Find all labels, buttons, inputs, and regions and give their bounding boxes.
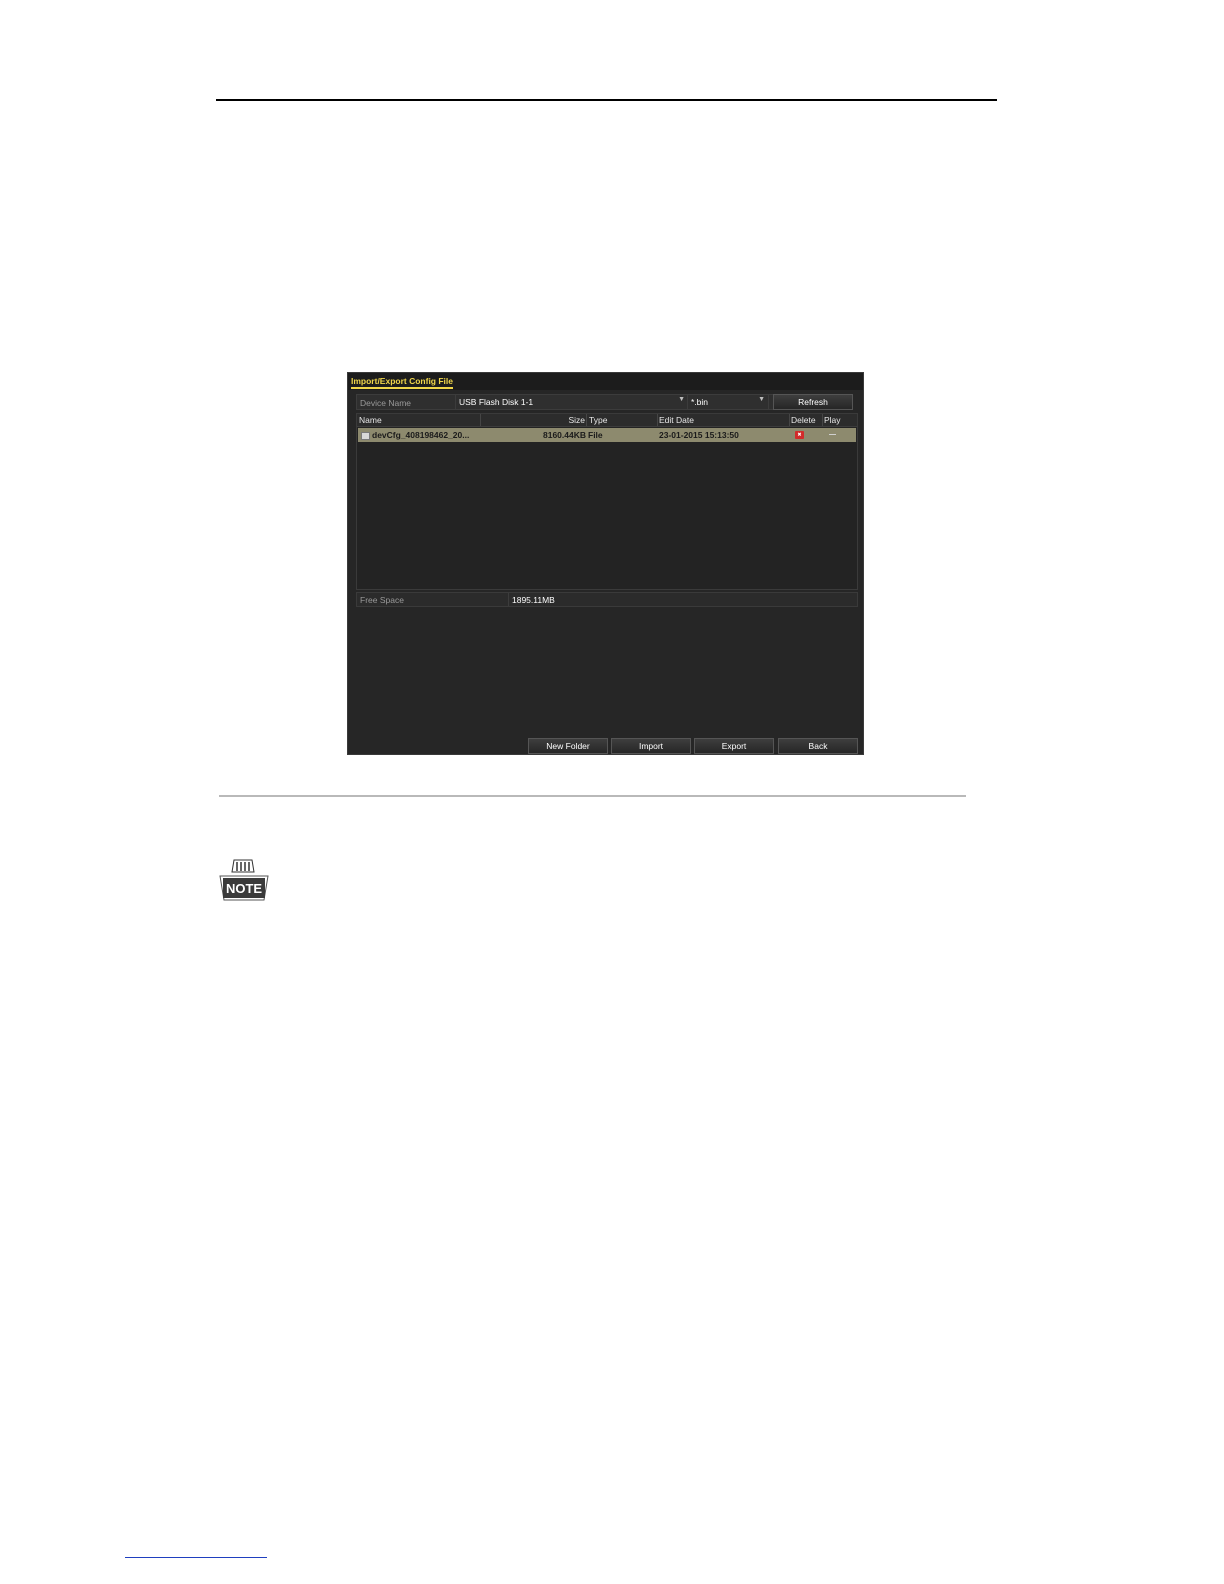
section-rule [219,795,966,797]
export-button[interactable]: Export [694,738,774,754]
file-icon [361,432,370,440]
free-space-label: Free Space [360,595,404,605]
file-edit-date: 23-01-2015 15:13:50 [659,430,739,440]
column-header-play[interactable]: Play [824,415,841,426]
note-icon-label: NOTE [226,881,262,896]
column-divider [657,414,658,426]
table-row[interactable]: devCfg_408198462_20... 8160.44KB File 23… [358,428,856,442]
column-header-type[interactable]: Type [589,415,607,426]
column-header-name[interactable]: Name [359,415,382,426]
file-filter-value: *.bin [691,397,709,407]
note-icon: NOTE [219,859,269,901]
chevron-down-icon: ▼ [678,396,685,403]
file-type: File [588,430,603,440]
column-header-edit-date[interactable]: Edit Date [659,415,694,426]
play-icon [829,434,836,435]
device-select-value: USB Flash Disk 1-1 [459,397,534,407]
column-header-size[interactable]: Size [480,415,585,426]
import-button[interactable]: Import [611,738,691,754]
chevron-down-icon: ▼ [758,396,765,403]
refresh-button[interactable]: Refresh [773,394,853,410]
device-name-label: Device Name [360,398,412,408]
file-filter-select[interactable]: *.bin ▼ [687,394,769,410]
header-rule [216,99,997,101]
column-divider [822,414,823,426]
column-divider [586,414,587,426]
file-size: 8160.44KB [542,430,586,440]
device-select[interactable]: USB Flash Disk 1-1 ▼ [455,395,688,409]
new-folder-button[interactable]: New Folder [528,738,608,754]
column-divider [789,414,790,426]
column-header-delete[interactable]: Delete [791,415,816,426]
import-export-window: Import/Export Config File Device Name US… [347,372,864,755]
free-space-row: Free Space 1895.11MB [356,592,858,607]
delete-icon[interactable]: ✖ [795,431,804,439]
back-button[interactable]: Back [778,738,858,754]
title-bar: Import/Export Config File [348,373,863,390]
file-name: devCfg_408198462_20... [372,430,470,440]
footer-link-underline [125,1557,267,1558]
column-divider [508,593,509,606]
file-list[interactable]: Name Size Type Edit Date Delete Play dev… [356,413,858,590]
free-space-value: 1895.11MB [512,595,555,605]
file-list-header: Name Size Type Edit Date Delete Play [357,414,857,427]
window-title: Import/Export Config File [351,376,453,389]
